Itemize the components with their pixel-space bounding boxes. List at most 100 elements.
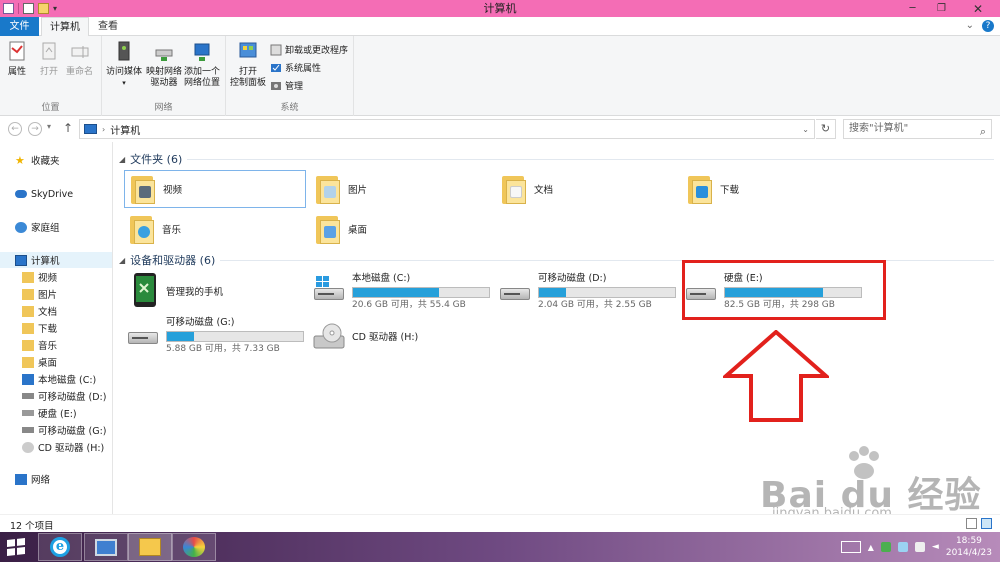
properties-button[interactable]: 属性 xyxy=(6,40,28,78)
security-icon[interactable] xyxy=(880,542,891,552)
sidebar-item-pictures[interactable]: 图片 xyxy=(22,286,57,302)
download-folder-icon xyxy=(22,322,34,334)
folders-section-header[interactable]: ◢ 文件夹 (6) xyxy=(119,151,994,167)
sidebar-item-favorites[interactable]: ★ 收藏夹 xyxy=(15,152,60,168)
new-folder-icon[interactable] xyxy=(38,3,49,14)
device-phone[interactable]: 管理我的手机 xyxy=(128,272,223,316)
breadcrumb-chevron-icon[interactable]: › xyxy=(102,125,105,134)
tiles-view-icon[interactable] xyxy=(981,518,992,529)
folder-downloads[interactable]: 下载 xyxy=(682,170,864,208)
sidebar-item-drive-c[interactable]: 本地磁盘 (C:) xyxy=(22,371,96,387)
drive-c[interactable]: 本地磁盘 (C:) 20.6 GB 可用，共 55.4 GB xyxy=(312,272,490,316)
open-control-panel-button[interactable]: 打开 控制面板 xyxy=(230,40,266,89)
cd-drive-icon xyxy=(22,441,34,453)
folder-desktop[interactable]: 桌面 xyxy=(310,210,492,248)
folder-pictures[interactable]: 图片 xyxy=(310,170,492,208)
sidebar-item-downloads[interactable]: 下载 xyxy=(22,320,57,336)
properties-icon[interactable] xyxy=(23,3,34,14)
status-bar: 12 个项目 xyxy=(0,514,1000,532)
sidebar-item-drive-e[interactable]: 硬盘 (E:) xyxy=(22,405,77,421)
sidebar-item-label: 可移动磁盘 (D:) xyxy=(38,392,107,403)
maximize-button[interactable]: ❐ xyxy=(927,0,956,17)
manage-icon xyxy=(271,81,281,90)
sidebar-item-label: 本地磁盘 (C:) xyxy=(38,375,97,386)
search-icon[interactable]: ⌕ xyxy=(980,123,986,141)
folder-icon xyxy=(22,288,34,300)
sidebar-item-homegroup[interactable]: 家庭组 xyxy=(15,219,60,235)
uninstall-program-button[interactable]: 卸载或更改程序 xyxy=(270,43,348,56)
internet-explorer-icon: e xyxy=(50,537,70,557)
sidebar-item-drive-h[interactable]: CD 驱动器 (H:) xyxy=(22,439,104,455)
folder-videos[interactable]: 视频 xyxy=(124,170,306,208)
drive-g[interactable]: 可移动磁盘 (G:) 5.88 GB 可用，共 7.33 GB xyxy=(126,316,304,360)
phone-icon xyxy=(134,273,156,307)
collapse-chevron-icon[interactable]: ◢ xyxy=(119,256,125,265)
drive-usage-bar xyxy=(166,331,304,342)
network-icon xyxy=(15,473,27,485)
recent-locations-icon[interactable]: ▾ xyxy=(47,122,51,131)
customize-dropdown-icon[interactable]: ▾ xyxy=(53,4,57,13)
sidebar-item-drive-g[interactable]: 可移动磁盘 (G:) xyxy=(22,422,107,438)
group-system: 打开 控制面板 卸载或更改程序 系统属性 管理 系统 xyxy=(226,36,354,116)
sidebar-item-drive-d[interactable]: 可移动磁盘 (D:) xyxy=(22,388,106,404)
refresh-button[interactable]: ↻ xyxy=(816,119,836,139)
folder-documents[interactable]: 文档 xyxy=(496,170,678,208)
map-network-drive-button[interactable]: 映射网络 驱动器 xyxy=(146,40,182,89)
music-folder-icon xyxy=(22,339,34,351)
tray-expand-icon[interactable]: ▲ xyxy=(868,543,874,552)
collapse-chevron-icon[interactable]: ◢ xyxy=(119,155,125,164)
folder-music[interactable]: 音乐 xyxy=(124,210,306,248)
keyboard-icon[interactable] xyxy=(840,541,861,553)
address-dropdown-icon[interactable]: ⌄ xyxy=(802,125,809,134)
tab-file[interactable]: 文件 xyxy=(0,17,39,36)
computer-icon xyxy=(84,124,97,134)
taskbar-ie[interactable]: e xyxy=(38,533,82,561)
manage-button[interactable]: 管理 xyxy=(270,79,303,92)
computer-icon[interactable] xyxy=(3,3,14,14)
sidebar-item-computer[interactable]: 计算机 xyxy=(0,252,112,268)
up-button[interactable]: ↑ xyxy=(63,121,73,135)
flag-icon[interactable] xyxy=(914,542,925,552)
drive-h[interactable]: CD 驱动器 (H:) xyxy=(312,322,418,366)
open-icon xyxy=(42,42,56,60)
system-properties-button[interactable]: 系统属性 xyxy=(270,61,321,74)
group-network: 访问媒体 ▾ 映射网络 驱动器 添加一个 网络位置 网络 xyxy=(102,36,226,116)
group-location-label: 位置 xyxy=(41,103,60,113)
sidebar-item-network[interactable]: 网络 xyxy=(15,471,50,487)
item-count: 12 个项目 xyxy=(10,521,54,532)
tab-computer[interactable]: 计算机 xyxy=(41,17,89,37)
address-bar[interactable]: › 计算机 ⌄ xyxy=(79,119,815,139)
navigation-bar: ← → ▾ ↑ › 计算机 ⌄ ↻ 搜索"计算机" ⌕ xyxy=(0,116,1000,142)
rename-button[interactable]: 重命名 xyxy=(66,40,93,78)
windows-start-icon[interactable] xyxy=(7,538,25,556)
network-tray-icon[interactable] xyxy=(897,542,908,552)
search-input[interactable]: 搜索"计算机" ⌕ xyxy=(843,119,992,139)
forward-button[interactable]: → xyxy=(28,122,42,136)
back-button[interactable]: ← xyxy=(8,122,22,136)
taskbar-paint[interactable] xyxy=(172,533,216,561)
close-button[interactable]: ✕ xyxy=(956,0,1000,17)
add-network-location-button[interactable]: 添加一个 网络位置 xyxy=(184,40,220,89)
tab-view[interactable]: 查看 xyxy=(90,17,126,36)
open-button[interactable]: 打开 xyxy=(38,40,60,78)
collapse-ribbon-icon[interactable]: ⌄ xyxy=(966,20,974,32)
sidebar-item-music[interactable]: 音乐 xyxy=(22,337,57,353)
drive-d[interactable]: 可移动磁盘 (D:) 2.04 GB 可用，共 2.55 GB xyxy=(498,272,676,316)
system-properties-label: 系统属性 xyxy=(285,64,322,74)
sidebar-item-videos[interactable]: 视频 xyxy=(22,269,57,285)
clock-date: 2014/4/23 xyxy=(945,548,992,558)
sidebar-item-skydrive[interactable]: SkyDrive xyxy=(15,186,73,202)
minimize-button[interactable]: ─ xyxy=(898,0,927,17)
section-title: 文件夹 (6) xyxy=(130,153,183,166)
details-view-icon[interactable] xyxy=(966,518,977,529)
sidebar-item-label: 收藏夹 xyxy=(31,156,60,167)
taskbar-explorer[interactable] xyxy=(128,533,172,561)
help-icon[interactable]: ? xyxy=(982,20,994,32)
sidebar-item-desktop[interactable]: 桌面 xyxy=(22,354,57,370)
breadcrumb[interactable]: 计算机 xyxy=(110,122,140,137)
access-media-button[interactable]: 访问媒体 ▾ xyxy=(106,40,142,89)
volume-icon[interactable]: ◄ xyxy=(932,542,939,552)
sidebar-item-documents[interactable]: 文档 xyxy=(22,303,57,319)
clock[interactable]: 18:59 2014/4/23 xyxy=(946,535,992,559)
taskbar-remote[interactable] xyxy=(84,533,128,561)
